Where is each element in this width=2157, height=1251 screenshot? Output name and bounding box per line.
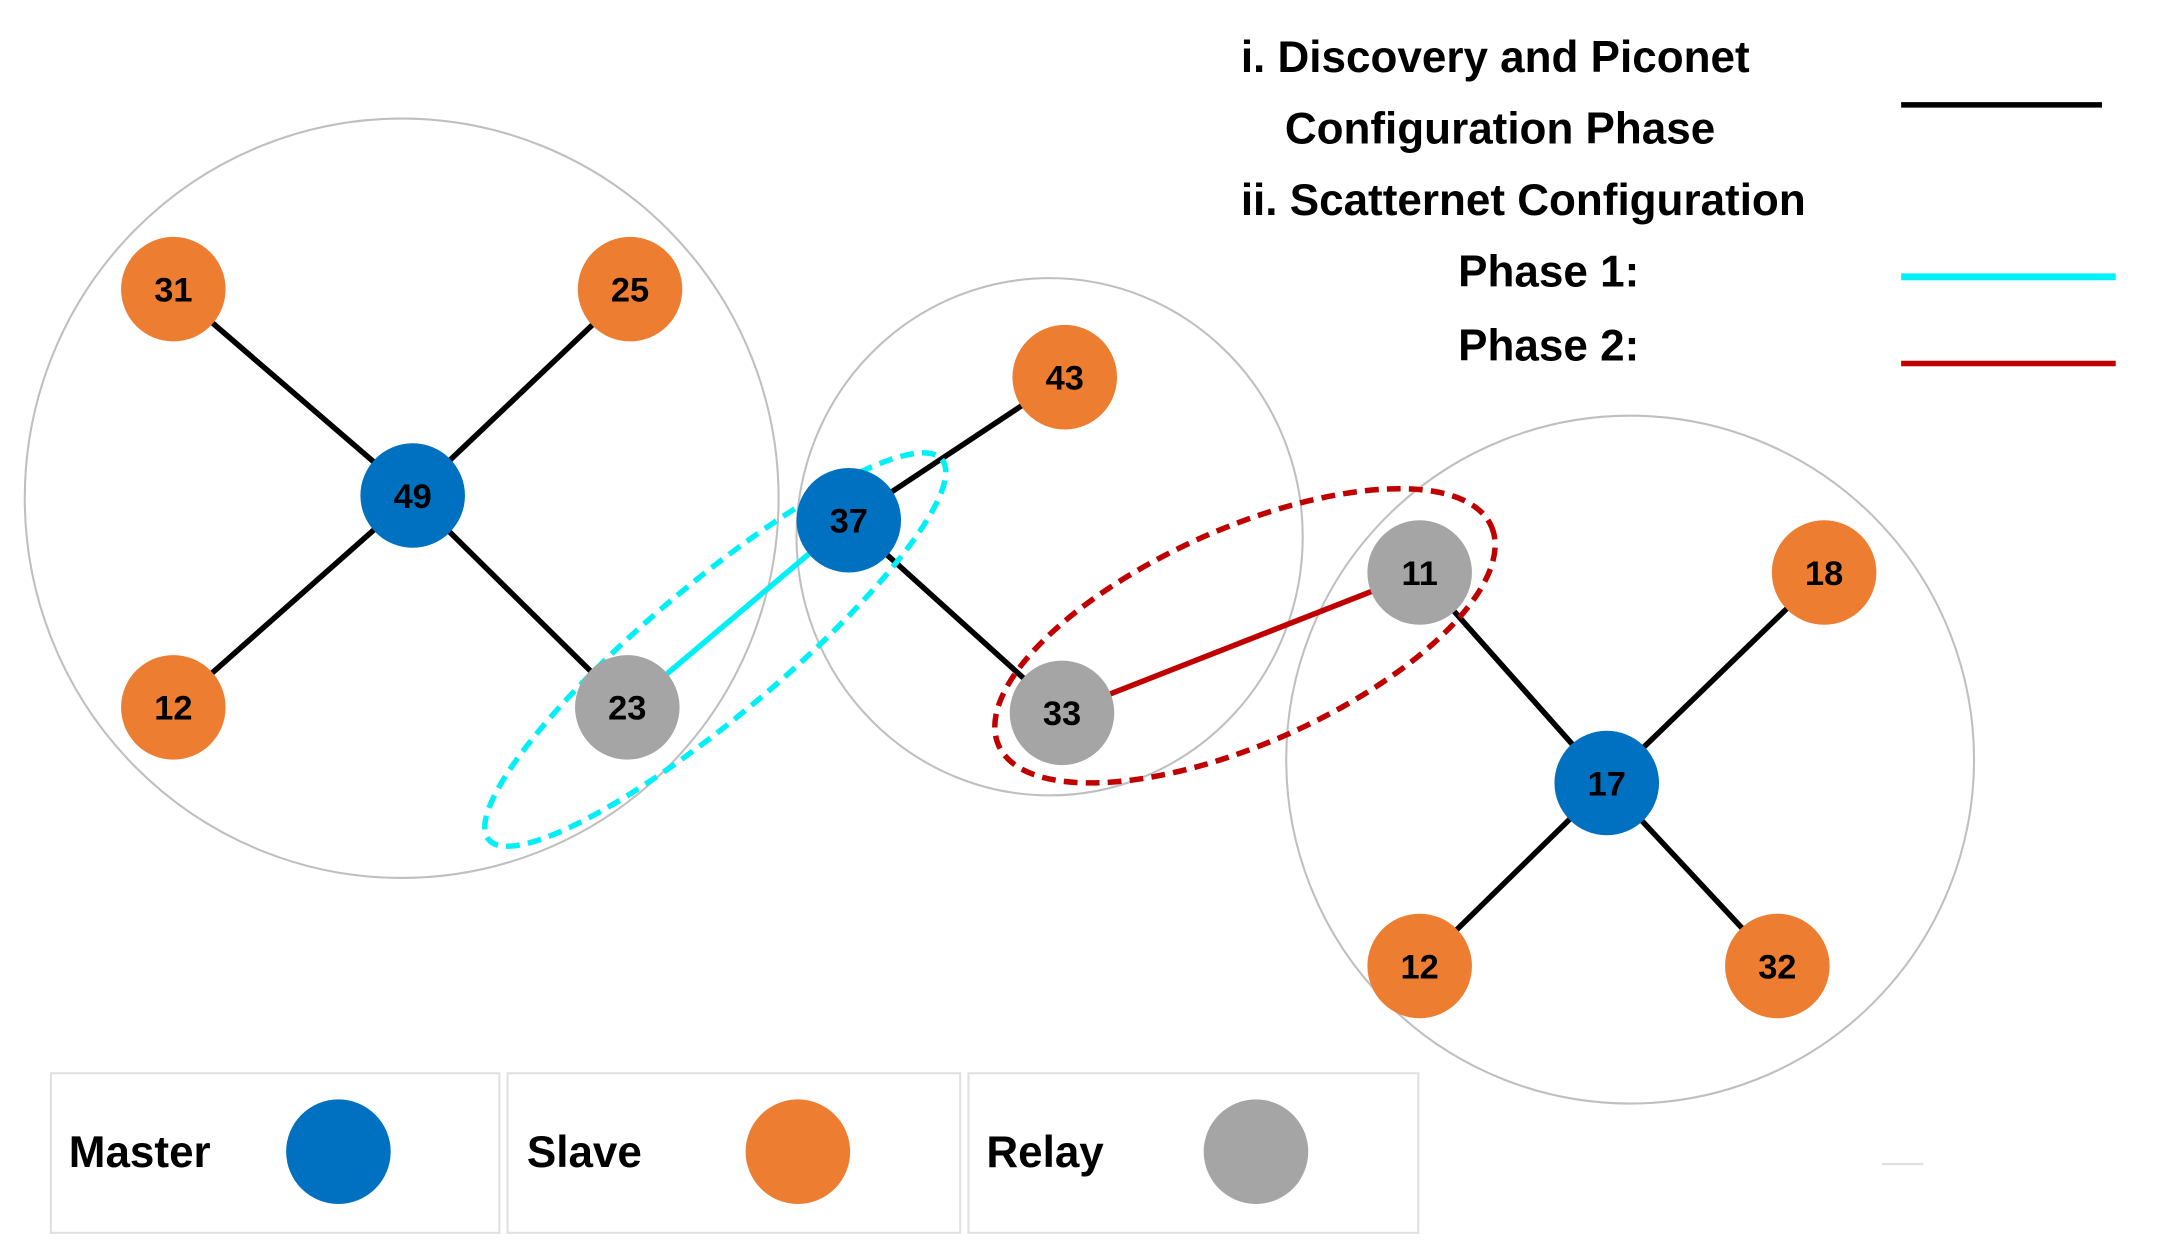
svg-text:31: 31 [154, 272, 192, 310]
svg-text:18: 18 [1805, 555, 1843, 593]
svg-text:32: 32 [1758, 948, 1796, 986]
svg-text:Master: Master [69, 1128, 211, 1177]
node-43[interactable]: 43 [1012, 324, 1118, 430]
piconet-links [170, 286, 1827, 969]
node-25[interactable]: 25 [577, 236, 683, 342]
legend-relay: Relay [967, 1072, 1420, 1234]
scatternet-diagram: 49 31 25 12 23 37 43 33 17 11 18 12 32 i… [23, 33, 2116, 1234]
node-33[interactable]: 33 [1009, 660, 1115, 766]
legend-phase1-label: Phase 1: [1458, 247, 1639, 296]
slave-swatch [745, 1099, 851, 1204]
phase-legend: i. Discovery and Piconet Configuration P… [1241, 33, 2116, 371]
svg-text:Relay: Relay [986, 1128, 1104, 1177]
svg-text:43: 43 [1046, 360, 1084, 398]
svg-text:12: 12 [154, 690, 192, 728]
master-swatch [286, 1099, 391, 1204]
node-23[interactable]: 23 [575, 655, 680, 760]
node-12-a[interactable]: 12 [121, 655, 226, 760]
piconet-boundaries [23, 117, 1976, 1105]
node-49[interactable]: 49 [360, 443, 465, 548]
svg-text:37: 37 [830, 503, 868, 541]
node-37[interactable]: 37 [796, 467, 902, 573]
node-31[interactable]: 31 [121, 236, 226, 342]
svg-text:Slave: Slave [527, 1128, 642, 1177]
svg-text:17: 17 [1588, 765, 1626, 803]
legend-scatternet-title: ii. Scatternet Configuration [1241, 176, 1806, 225]
legend-slave: Slave [506, 1072, 962, 1234]
legend-discovery-line2: Configuration Phase [1285, 104, 1715, 153]
node-role-legend: Master Slave Relay [49, 1072, 1420, 1234]
svg-text:49: 49 [394, 478, 432, 516]
legend-discovery-line1: i. Discovery and Piconet [1241, 33, 1750, 82]
legend-phase2-label: Phase 2: [1458, 322, 1639, 371]
svg-text:25: 25 [611, 272, 649, 310]
relay-swatch [1203, 1099, 1309, 1204]
svg-text:23: 23 [608, 690, 646, 728]
node-18[interactable]: 18 [1771, 520, 1877, 625]
legend-master: Master [49, 1072, 501, 1234]
node-32[interactable]: 32 [1725, 913, 1830, 1019]
node-17[interactable]: 17 [1554, 730, 1660, 836]
svg-text:33: 33 [1043, 695, 1081, 733]
node-12-b[interactable]: 12 [1367, 913, 1472, 1019]
phase2-group-outline [992, 485, 1498, 786]
svg-text:12: 12 [1401, 948, 1439, 986]
svg-text:11: 11 [1401, 555, 1437, 593]
node-11[interactable]: 11 [1367, 520, 1472, 625]
